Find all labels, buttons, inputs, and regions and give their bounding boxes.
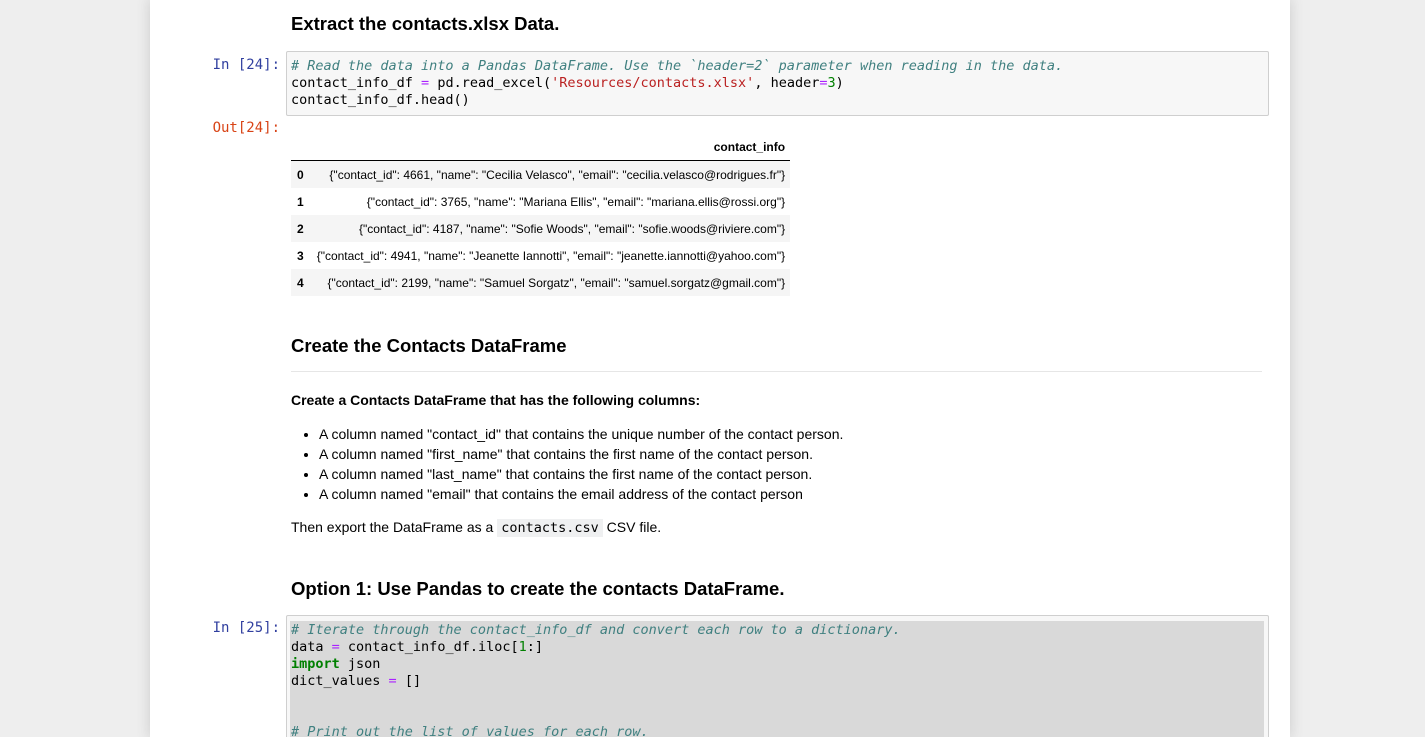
list-item: A column named "last_name" that contains… — [319, 464, 843, 484]
row-value: {"contact_id": 3765, "name": "Mariana El… — [366, 194, 786, 209]
code-line-1: # Read the data into a Pandas DataFrame.… — [291, 58, 1064, 74]
column-requirements-list: A column named "contact_id" that contain… — [291, 424, 843, 504]
code-cell-25[interactable]: # Iterate through the contact_info_df an… — [286, 615, 1269, 737]
row-index: 2 — [297, 221, 304, 236]
section-heading-create-contacts: Create the Contacts DataFrame — [291, 335, 567, 356]
table-row: 0 {"contact_id": 4661, "name": "Cecilia … — [291, 160, 791, 188]
code-line-3: contact_info_df.head() — [291, 92, 470, 108]
inline-code-filename: contacts.csv — [497, 519, 603, 537]
row-value: {"contact_id": 4661, "name": "Cecilia Ve… — [329, 167, 786, 182]
notebook-container: Extract the contacts.xlsx Data. In [24]:… — [150, 0, 1290, 737]
export-instruction: Then export the DataFrame as a contacts.… — [291, 519, 662, 537]
input-prompt-24: In [24]: — [212, 57, 280, 73]
input-prompt-25: In [25]: — [212, 620, 280, 636]
code-line-2: contact_info_df = pd.read_excel('Resourc… — [291, 75, 844, 91]
section-heading-option1: Option 1: Use Pandas to create the conta… — [291, 578, 785, 599]
markdown-subheading: Create a Contacts DataFrame that has the… — [291, 392, 701, 408]
list-item: A column named "email" that contains the… — [319, 484, 843, 504]
divider — [291, 371, 1262, 372]
table-row: 1 {"contact_id": 3765, "name": "Mariana … — [291, 188, 790, 215]
row-index: 3 — [297, 248, 304, 263]
code-cell-24[interactable]: # Read the data into a Pandas DataFrame.… — [286, 51, 1269, 116]
row-value: {"contact_id": 2199, "name": "Samuel Sor… — [327, 275, 786, 290]
section-heading-extract: Extract the contacts.xlsx Data. — [291, 13, 560, 34]
row-index: 4 — [297, 275, 304, 290]
code-line-4: dict_values = [] — [291, 673, 422, 689]
list-item: A column named "contact_id" that contain… — [319, 424, 843, 444]
output-prompt-24: Out[24]: — [212, 120, 280, 136]
table-row: 4 {"contact_id": 2199, "name": "Samuel S… — [291, 269, 791, 296]
code-line-7: # Print out the list of values for each … — [291, 724, 649, 737]
table-row: 3 {"contact_id": 4941, "name": "Jeanette… — [291, 242, 790, 269]
code-line-2: data = contact_info_df.iloc[1:] — [291, 639, 543, 655]
code-line-3: import json — [291, 656, 381, 672]
dataframe-output: contact_info 0 {"contact_id": 4661, "nam… — [291, 134, 791, 296]
dataframe-table: contact_info 0 {"contact_id": 4661, "nam… — [291, 134, 791, 296]
list-item: A column named "first_name" that contain… — [319, 444, 843, 464]
table-index-header — [291, 134, 312, 161]
code-line-1: # Iterate through the contact_info_df an… — [291, 622, 901, 638]
table-row: 2 {"contact_id": 4187, "name": "Sofie Wo… — [291, 215, 791, 242]
row-value: {"contact_id": 4941, "name": "Jeanette I… — [316, 248, 786, 263]
table-column-header: contact_info — [311, 134, 791, 161]
row-index: 0 — [297, 167, 304, 182]
row-value: {"contact_id": 4187, "name": "Sofie Wood… — [359, 221, 786, 236]
row-index: 1 — [297, 194, 304, 209]
